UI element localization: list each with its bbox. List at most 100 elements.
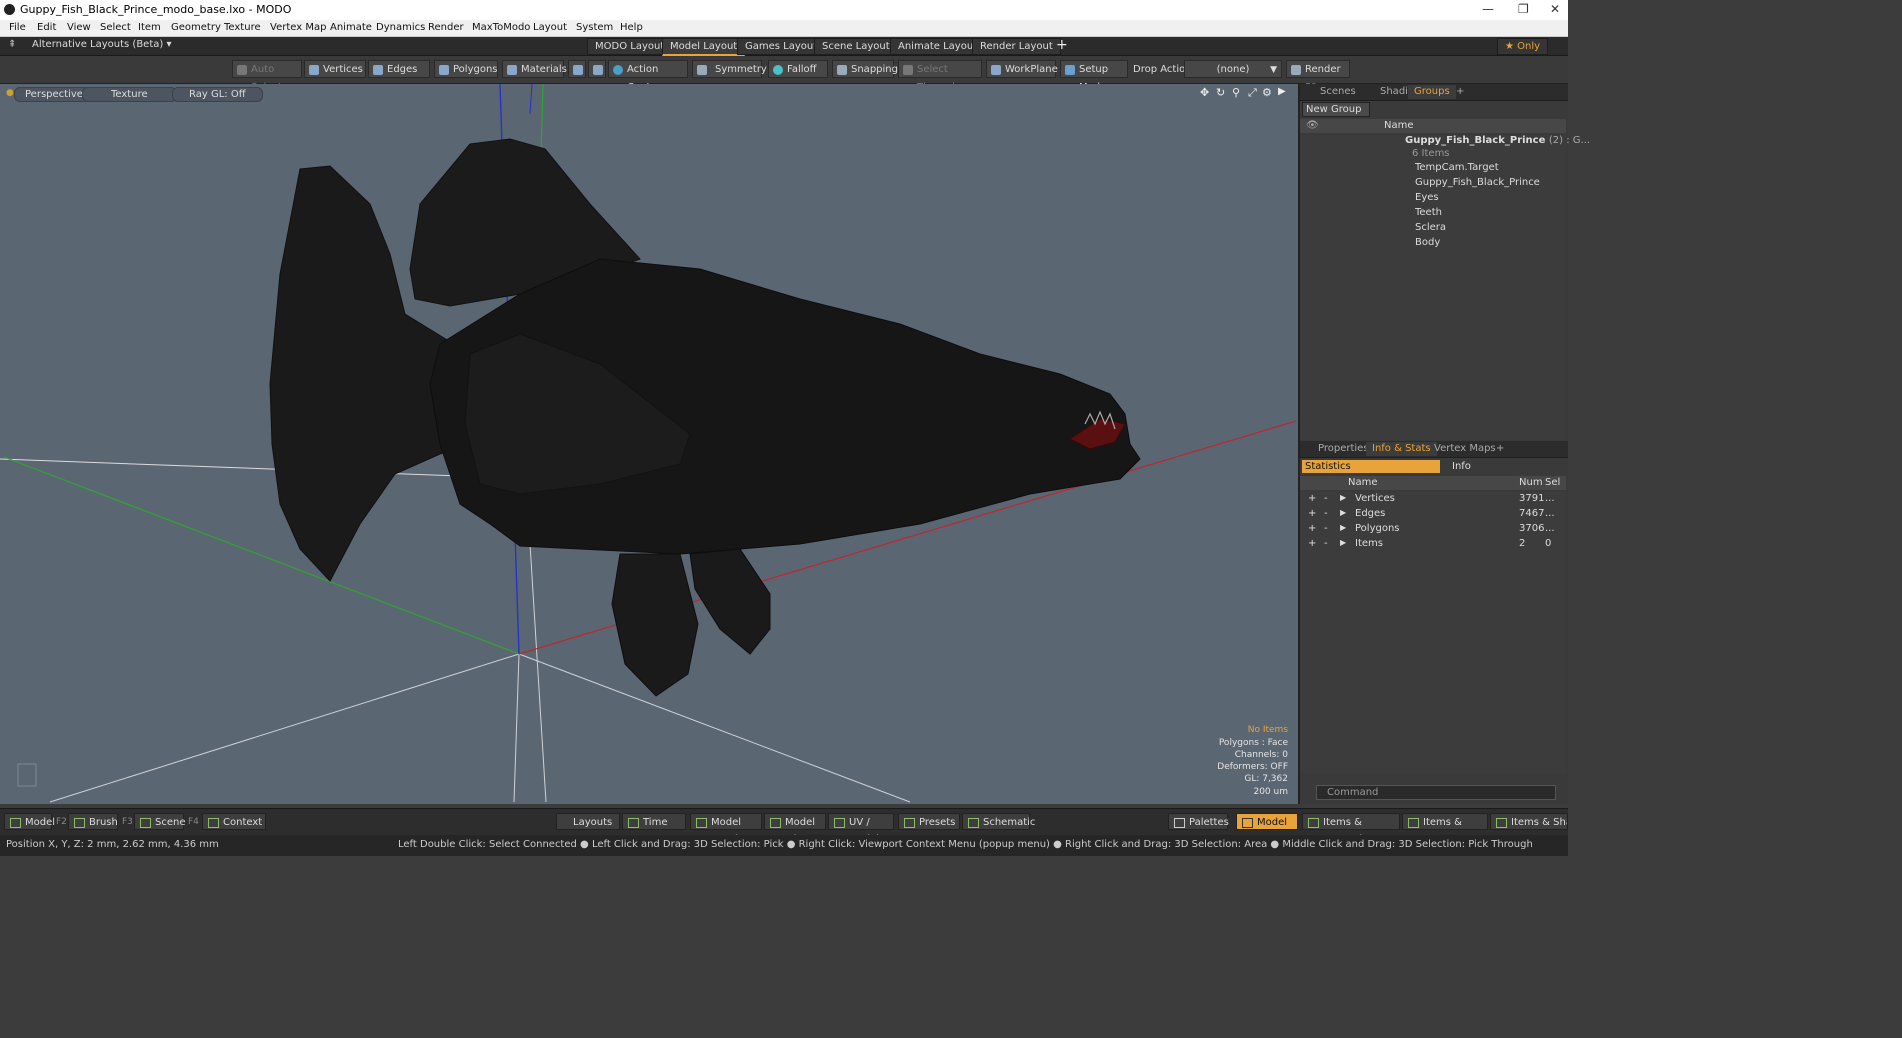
- group-root[interactable]: Guppy_Fish_Black_Prince (2) : G...: [1405, 135, 1590, 146]
- items-properties-button[interactable]: Items & Properties: [1302, 813, 1400, 845]
- viewport-menu-icon[interactable]: ●: [6, 88, 14, 98]
- menu-geometry[interactable]: Geometry: [171, 22, 221, 33]
- falloff-button[interactable]: Falloff: [768, 60, 828, 78]
- groups-header-row: 👁 Name: [1300, 119, 1566, 133]
- add-layout-button[interactable]: +: [1056, 37, 1068, 53]
- zoom-view-icon[interactable]: ⚲: [1232, 86, 1240, 99]
- subtab-statistics[interactable]: Statistics: [1302, 460, 1440, 473]
- edges-button[interactable]: Edges: [368, 60, 430, 78]
- menu-render[interactable]: Render: [428, 22, 464, 33]
- menu-item[interactable]: Item: [138, 22, 161, 33]
- viewport-scene[interactable]: [0, 84, 1298, 804]
- menu-maxtomodo[interactable]: MaxToModo: [472, 22, 530, 33]
- model-quad-button[interactable]: Model Quad: [690, 813, 762, 845]
- layout-collapse-icon[interactable]: ⇞: [8, 39, 16, 50]
- tab-scenes[interactable]: Scenes: [1314, 85, 1362, 99]
- group-item[interactable]: Eyes: [1415, 192, 1439, 203]
- group-item[interactable]: Teeth: [1415, 207, 1442, 218]
- close-button[interactable]: ✕: [1550, 2, 1560, 16]
- table-row[interactable]: + - ▶ Polygons 3706 ...: [1300, 522, 1566, 537]
- menu-file[interactable]: File: [9, 22, 26, 33]
- action-center-button[interactable]: Action Center: [608, 60, 688, 93]
- vertices-button[interactable]: Vertices: [304, 60, 366, 78]
- symmetry-button[interactable]: Symmetry: [692, 60, 767, 78]
- selection-mode-button[interactable]: [588, 60, 606, 78]
- menu-help[interactable]: Help: [620, 22, 643, 33]
- group-item[interactable]: Guppy_Fish_Black_Prince: [1415, 177, 1540, 188]
- tab-groups[interactable]: Groups: [1408, 85, 1456, 99]
- shading-texture-button[interactable]: Texture: [82, 87, 177, 102]
- expand-arrow-icon: ▶: [1340, 508, 1347, 517]
- menu-view[interactable]: View: [67, 22, 91, 33]
- command-input[interactable]: Command: [1316, 785, 1556, 800]
- selection-mode-icon: [593, 65, 603, 75]
- workplane-label: WorkPlane: [1005, 64, 1058, 75]
- workplane-button[interactable]: WorkPlane: [986, 60, 1058, 78]
- scene-label: Scene: [155, 817, 186, 828]
- maximize-button[interactable]: ❐: [1518, 2, 1529, 16]
- tab-modo-layout[interactable]: MODO Layout: [587, 38, 673, 55]
- selection-set-button[interactable]: [568, 60, 586, 78]
- tab-scene-layout[interactable]: Scene Layout: [814, 38, 898, 55]
- items-shading-button[interactable]: Items & Shading: [1490, 813, 1568, 830]
- context-button[interactable]: Context: [202, 813, 266, 830]
- tab-render-layout[interactable]: Render Layout: [972, 38, 1061, 55]
- 3d-viewport[interactable]: ● Perspective Texture Ray GL: Off ✥ ↻ ⚲ …: [0, 84, 1300, 804]
- menu-dynamics[interactable]: Dynamics: [376, 22, 425, 33]
- menu-layout[interactable]: Layout: [533, 22, 567, 33]
- move-view-icon[interactable]: ✥: [1200, 86, 1209, 99]
- items-groups-button[interactable]: Items & Groups: [1402, 813, 1488, 845]
- render-button[interactable]: Render F9: [1286, 60, 1350, 93]
- menu-vertex-map[interactable]: Vertex Map: [270, 22, 326, 33]
- brush-tab-button[interactable]: Brush: [68, 813, 118, 830]
- tab-info-stats[interactable]: Info & Stats: [1366, 442, 1437, 456]
- drop-action-select[interactable]: (none) ▼: [1184, 60, 1282, 78]
- model-tri-button[interactable]: Model Tri: [764, 813, 826, 845]
- select-through-button[interactable]: Select Through: [898, 60, 982, 93]
- fit-view-icon[interactable]: ⤢: [1248, 86, 1257, 100]
- snapping-button[interactable]: Snapping: [832, 60, 898, 78]
- schematic-button[interactable]: Schematic: [962, 813, 1035, 830]
- menu-texture[interactable]: Texture: [224, 22, 261, 33]
- polygons-button[interactable]: Polygons: [434, 60, 498, 78]
- tab-animate-layout[interactable]: Animate Layout: [890, 38, 986, 55]
- add-tab-button[interactable]: +: [1450, 85, 1470, 99]
- menu-system[interactable]: System: [576, 22, 613, 33]
- group-item[interactable]: TempCam.Target: [1415, 162, 1499, 173]
- new-group-button[interactable]: New Group: [1302, 102, 1370, 117]
- table-row[interactable]: + - ▶ Edges 7467 ...: [1300, 507, 1566, 522]
- add-tab-button[interactable]: +: [1490, 442, 1510, 456]
- row-num: 2: [1519, 538, 1526, 549]
- uv-model-button[interactable]: UV / Model: [828, 813, 894, 845]
- menu-animate[interactable]: Animate: [330, 22, 372, 33]
- materials-button[interactable]: Materials: [502, 60, 567, 78]
- palettes-button[interactable]: Palettes: [1168, 813, 1229, 830]
- table-row[interactable]: + - ▶ Items 2 0: [1300, 537, 1566, 552]
- group-item[interactable]: Sclera: [1415, 222, 1446, 233]
- minimize-button[interactable]: —: [1482, 2, 1494, 16]
- gear-icon[interactable]: ⚙: [1262, 86, 1272, 99]
- layouts-button[interactable]: Layouts: [556, 813, 620, 830]
- rotate-view-icon[interactable]: ↻: [1216, 86, 1225, 99]
- subtab-info[interactable]: Info: [1452, 461, 1471, 472]
- model-mode-label: Model: [1257, 817, 1288, 828]
- expand-arrow-icon[interactable]: ▶: [1278, 86, 1286, 97]
- auto-select-button[interactable]: Auto Select: [232, 60, 302, 93]
- group-item[interactable]: Body: [1415, 237, 1440, 248]
- fish-model[interactable]: [269, 138, 1141, 697]
- model-mode-button[interactable]: Model: [1236, 813, 1298, 830]
- tab-model-layout[interactable]: Model Layout: [662, 38, 746, 56]
- table-row[interactable]: + - ▶ Vertices 3791 ...: [1300, 492, 1566, 507]
- scene-tab-button[interactable]: Scene: [134, 813, 186, 830]
- row-sel: ...: [1545, 493, 1555, 504]
- setup-mode-button[interactable]: Setup Mode: [1060, 60, 1128, 93]
- layout-selector[interactable]: Alternative Layouts (Beta) ▾: [32, 39, 172, 50]
- raygl-button[interactable]: Ray GL: Off: [172, 87, 263, 102]
- tab-games-layout[interactable]: Games Layout: [737, 38, 826, 55]
- model-tab-button[interactable]: Model: [4, 813, 55, 830]
- menu-edit[interactable]: Edit: [37, 22, 56, 33]
- only-toggle[interactable]: ★ Only: [1497, 38, 1549, 55]
- menu-select[interactable]: Select: [100, 22, 131, 33]
- presets-button[interactable]: Presets: [898, 813, 960, 830]
- time-button[interactable]: Time: [622, 813, 686, 830]
